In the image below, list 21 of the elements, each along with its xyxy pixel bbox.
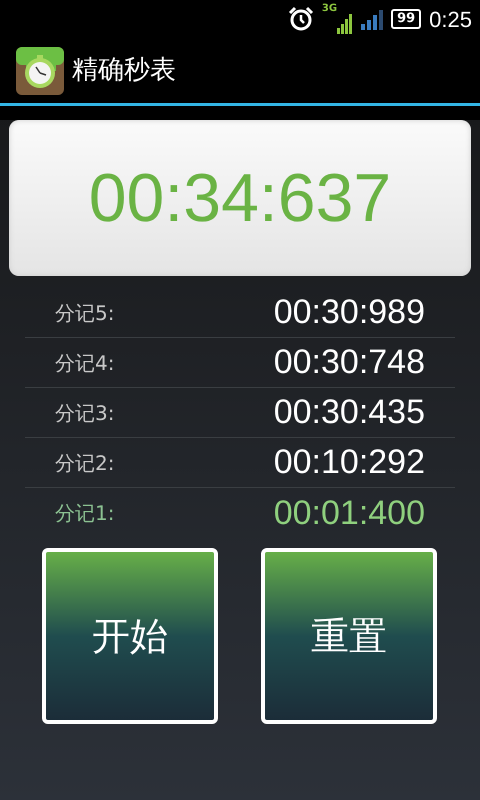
- lap-time: 00:30:748: [274, 342, 425, 383]
- signal-icon: [337, 12, 354, 34]
- lap-label: 分记3:: [55, 400, 114, 426]
- start-button[interactable]: 开始: [42, 548, 218, 724]
- clock-time: 0:25: [429, 6, 472, 34]
- lap-label: 分记4:: [55, 350, 114, 376]
- lap-time: 00:30:435: [274, 392, 425, 433]
- lap-label: 分记2:: [55, 450, 114, 476]
- elapsed-time: 00:34:637: [88, 159, 392, 238]
- lap-time: 00:30:989: [274, 292, 425, 333]
- lap-label: 分记1:: [55, 500, 114, 527]
- signal-icon: [361, 8, 384, 30]
- stopwatch-icon: [16, 46, 64, 94]
- lap-time: 00:10:292: [274, 442, 425, 483]
- app-title: 精确秒表: [72, 54, 176, 87]
- reset-button[interactable]: 重置: [261, 548, 437, 724]
- lap-time: 00:01:400: [274, 492, 425, 534]
- lap-label: 分记5:: [55, 300, 114, 326]
- alarm-clock-icon: [288, 6, 314, 32]
- network-type-label: 3G: [322, 4, 338, 14]
- battery-indicator: 99: [391, 9, 422, 29]
